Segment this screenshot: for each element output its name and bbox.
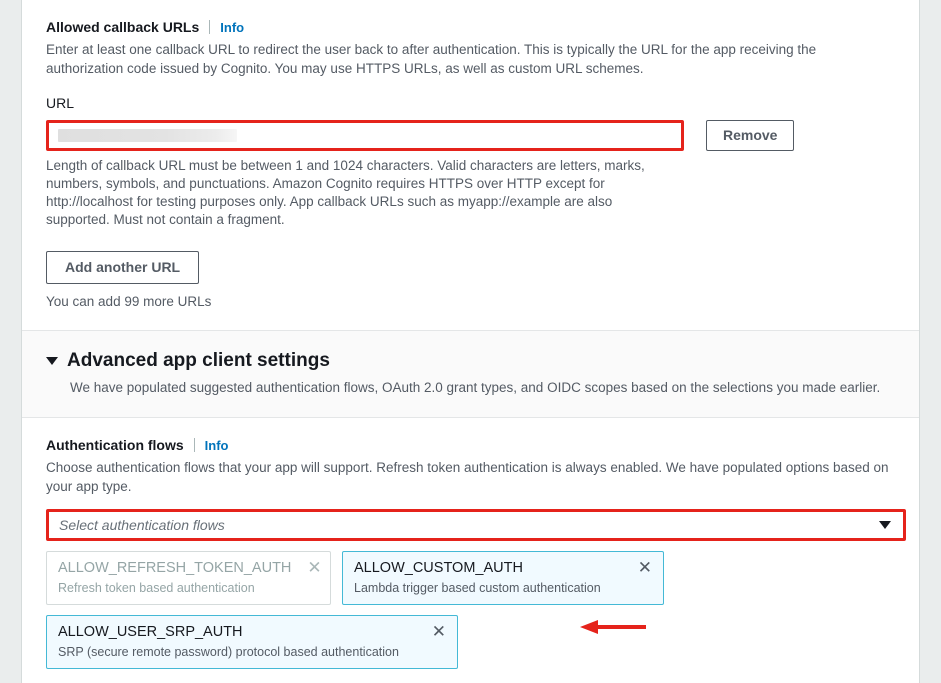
chip-title: ALLOW_REFRESH_TOKEN_AUTH: [58, 560, 292, 576]
allowed-callback-urls-description: Enter at least one callback URL to redir…: [46, 42, 817, 76]
chip-texts: ALLOW_USER_SRP_AUTH SRP (secure remote p…: [58, 623, 399, 660]
chip-description: Refresh token based authentication: [58, 581, 255, 595]
settings-panel: Allowed callback URLs Info Enter at leas…: [21, 0, 920, 683]
remove-url-button[interactable]: Remove: [706, 120, 795, 151]
chip-title: ALLOW_CUSTOM_AUTH: [354, 560, 523, 576]
url-input-highlight: [46, 120, 684, 151]
advanced-app-client-settings-header[interactable]: Advanced app client settings We have pop…: [22, 331, 919, 417]
close-icon[interactable]: ✕: [634, 559, 652, 577]
url-value-redacted: [58, 129, 237, 142]
chip-row: ALLOW_REFRESH_TOKEN_AUTH Refresh token b…: [46, 551, 895, 605]
close-icon[interactable]: ✕: [428, 623, 446, 641]
auth-flows-select-placeholder: Select authentication flows: [59, 517, 225, 533]
add-url-button-wrap: Add another URL: [46, 229, 895, 284]
label-separator: [209, 20, 211, 34]
chip-texts: ALLOW_CUSTOM_AUTH Lambda trigger based c…: [354, 559, 601, 596]
red-arrow-annotation: [580, 620, 646, 634]
add-another-url-button[interactable]: Add another URL: [46, 251, 200, 284]
auth-flows-select[interactable]: Select authentication flows: [46, 509, 906, 541]
chip-title: ALLOW_USER_SRP_AUTH: [58, 624, 243, 640]
close-icon: ✕: [307, 558, 322, 577]
advanced-section-title: Advanced app client settings: [67, 350, 330, 371]
chip-row: ALLOW_USER_SRP_AUTH SRP (secure remote p…: [46, 615, 895, 669]
allowed-callback-urls-section: Allowed callback URLs Info Enter at leas…: [22, 0, 919, 330]
auth-flows-label: Authentication flows: [46, 437, 184, 453]
chip-description: Lambda trigger based custom authenticati…: [354, 581, 601, 595]
url-constraint-text: Length of callback URL must be between 1…: [46, 158, 645, 227]
auth-flows-description: Choose authentication flows that your ap…: [46, 460, 889, 494]
authentication-flows-section: Authentication flows Info Choose authent…: [22, 418, 919, 669]
info-link-auth-flows[interactable]: Info: [205, 437, 229, 455]
allowed-callback-urls-label: Allowed callback URLs: [46, 19, 200, 35]
advanced-section-description: We have populated suggested authenticati…: [70, 380, 881, 395]
label-separator: [193, 438, 195, 452]
chevron-down-icon[interactable]: [879, 521, 891, 529]
chip-texts: ALLOW_REFRESH_TOKEN_AUTH Refresh token b…: [58, 559, 291, 596]
caret-down-icon[interactable]: [46, 357, 58, 365]
advanced-title-row: Advanced app client settings: [46, 349, 895, 373]
chip-description: SRP (secure remote password) protocol ba…: [58, 645, 399, 659]
allowed-callback-urls-label-row: Allowed callback URLs Info: [46, 0, 895, 37]
auth-flow-chip[interactable]: ALLOW_CUSTOM_AUTH Lambda trigger based c…: [342, 551, 664, 605]
url-field-label: URL: [46, 95, 75, 111]
info-link-callback-urls[interactable]: Info: [220, 19, 244, 37]
auth-flow-chip: ALLOW_REFRESH_TOKEN_AUTH Refresh token b…: [46, 551, 331, 605]
auth-flow-chip[interactable]: ALLOW_USER_SRP_AUTH SRP (secure remote p…: [46, 615, 458, 669]
auth-flows-label-row: Authentication flows Info: [46, 418, 895, 455]
selected-auth-flows-list: ALLOW_REFRESH_TOKEN_AUTH Refresh token b…: [46, 551, 895, 669]
url-input-row: Remove: [46, 120, 895, 151]
add-url-hint: You can add 99 more URLs: [46, 294, 212, 309]
